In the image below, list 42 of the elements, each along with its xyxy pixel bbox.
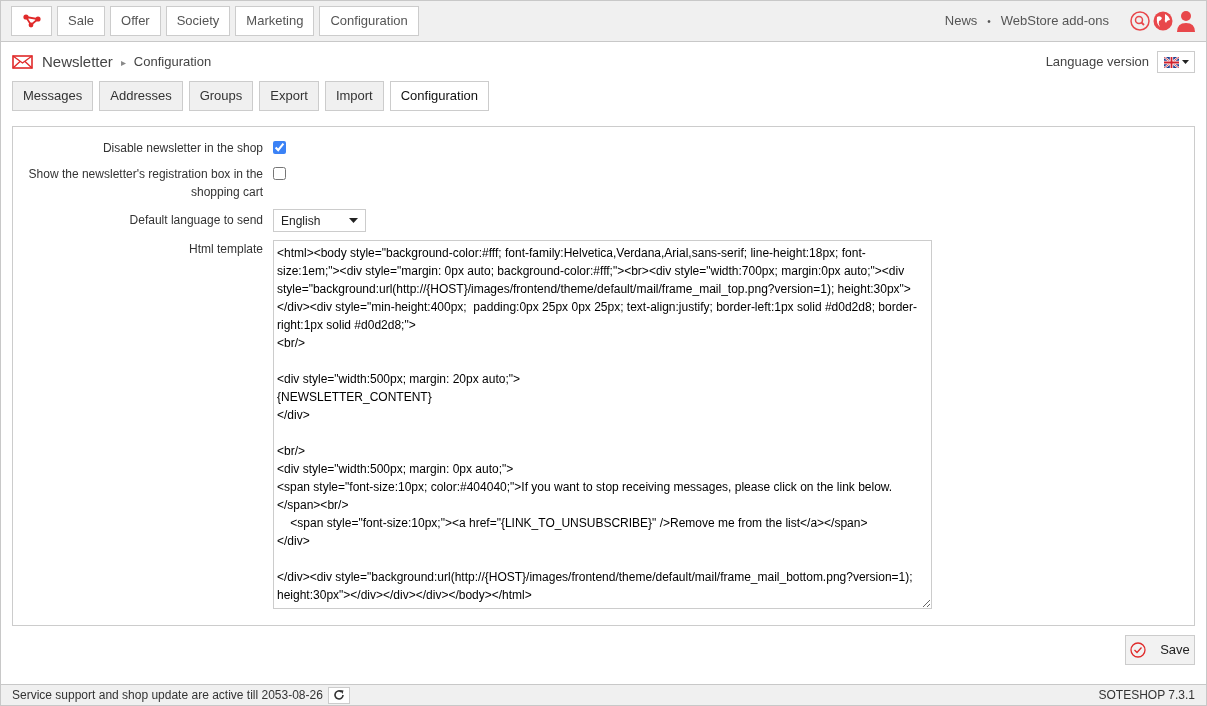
nav-menu-item[interactable]: Offer xyxy=(110,6,161,36)
tab[interactable]: Messages xyxy=(12,81,94,111)
tab[interactable]: Import xyxy=(324,81,384,111)
user-icon[interactable] xyxy=(1176,10,1196,32)
field-label: Disable newsletter in the shop xyxy=(101,140,263,157)
envelope-icon xyxy=(12,55,33,69)
html-template-field[interactable]: <html><body style="background-color:#fff; font-family:Helvetica,Verdana,Arial,sans-serif; line-height:18px; font-size:1em;"><div style="margin: 0px auto; background-color:#fff;"><br><div style="width:700px; margin:0px auto;"><div style="background:url(http://{HOST}/images/frontend/theme/default/mail/frame_mail_top.png?version=1); height:30px"></div><div style="min-height:400px; padding:0px 25px 0px 25px; text-align:justify; border-left:1px solid #d0d2d8; border-right:1px solid #d0d2d8;"> <br/> <div style="width:500px; margin: 20px auto;"> {NEWSLETTER_CONTENT} </div> <br/> <div style="width:500px; margin: 0px auto;"> <span style="font-size:10px; color:#404040;">If you want to stop receiving messages, please click on the link below. </span><br/> <span style="font-size:10px;"><a href="{LINK_TO_UNSUBSCRIBE}" />Remove me from the list</a></span> </div> </div><div style="background:url(http://{HOST}/images/frontend/theme/default/mail/frame_mail_bottom.png?version=1); height:30px"></div></div></div></body></html> xyxy=(273,240,932,609)
home-logo-button[interactable] xyxy=(11,6,52,36)
caret-icon xyxy=(349,218,358,223)
header-link[interactable]: News xyxy=(944,11,978,31)
version-label: SOTESHOP 7.3.1 xyxy=(1098,687,1195,704)
nav-menu-item[interactable]: Sale xyxy=(57,6,106,36)
field-label: Default language to send xyxy=(128,212,263,229)
caret-icon xyxy=(1181,60,1189,64)
search-icon[interactable] xyxy=(1130,11,1150,31)
link-separator: • xyxy=(987,14,991,29)
checkbox[interactable] xyxy=(273,141,286,154)
uk-flag-icon xyxy=(1163,56,1179,68)
tab[interactable]: Export xyxy=(259,81,319,111)
tab[interactable]: Groups xyxy=(188,81,254,111)
refresh-button[interactable] xyxy=(327,686,350,704)
breadcrumb-module[interactable]: Newsletter xyxy=(42,50,113,74)
tab[interactable]: Addresses xyxy=(99,81,183,111)
refresh-icon xyxy=(332,689,345,701)
check-circle-icon xyxy=(1130,642,1147,658)
field-label: Show the newsletter's registration box in the shopping cart xyxy=(27,166,263,201)
nav-menu-item[interactable]: Configuration xyxy=(319,6,419,36)
field-label: Html template xyxy=(187,241,263,258)
tab[interactable]: Configuration xyxy=(389,81,490,111)
language-select[interactable]: English xyxy=(273,209,366,232)
nav-menu-item[interactable]: Marketing xyxy=(235,6,315,36)
save-button[interactable]: Save xyxy=(1125,635,1195,665)
nav-menu-item[interactable]: Society xyxy=(165,6,231,36)
globe-icon[interactable] xyxy=(1153,11,1173,31)
language-dropdown[interactable] xyxy=(1157,51,1195,73)
language-version-label: Language version xyxy=(1045,53,1149,72)
header-link[interactable]: WebStore add-ons xyxy=(1000,11,1109,31)
logo-icon xyxy=(22,14,41,28)
checkbox[interactable] xyxy=(273,167,286,180)
breadcrumb-separator: ▸ xyxy=(120,55,126,70)
breadcrumb-page: Configuration xyxy=(133,53,212,72)
status-message: Service support and shop update are active till 2053-08-26 xyxy=(12,687,323,704)
